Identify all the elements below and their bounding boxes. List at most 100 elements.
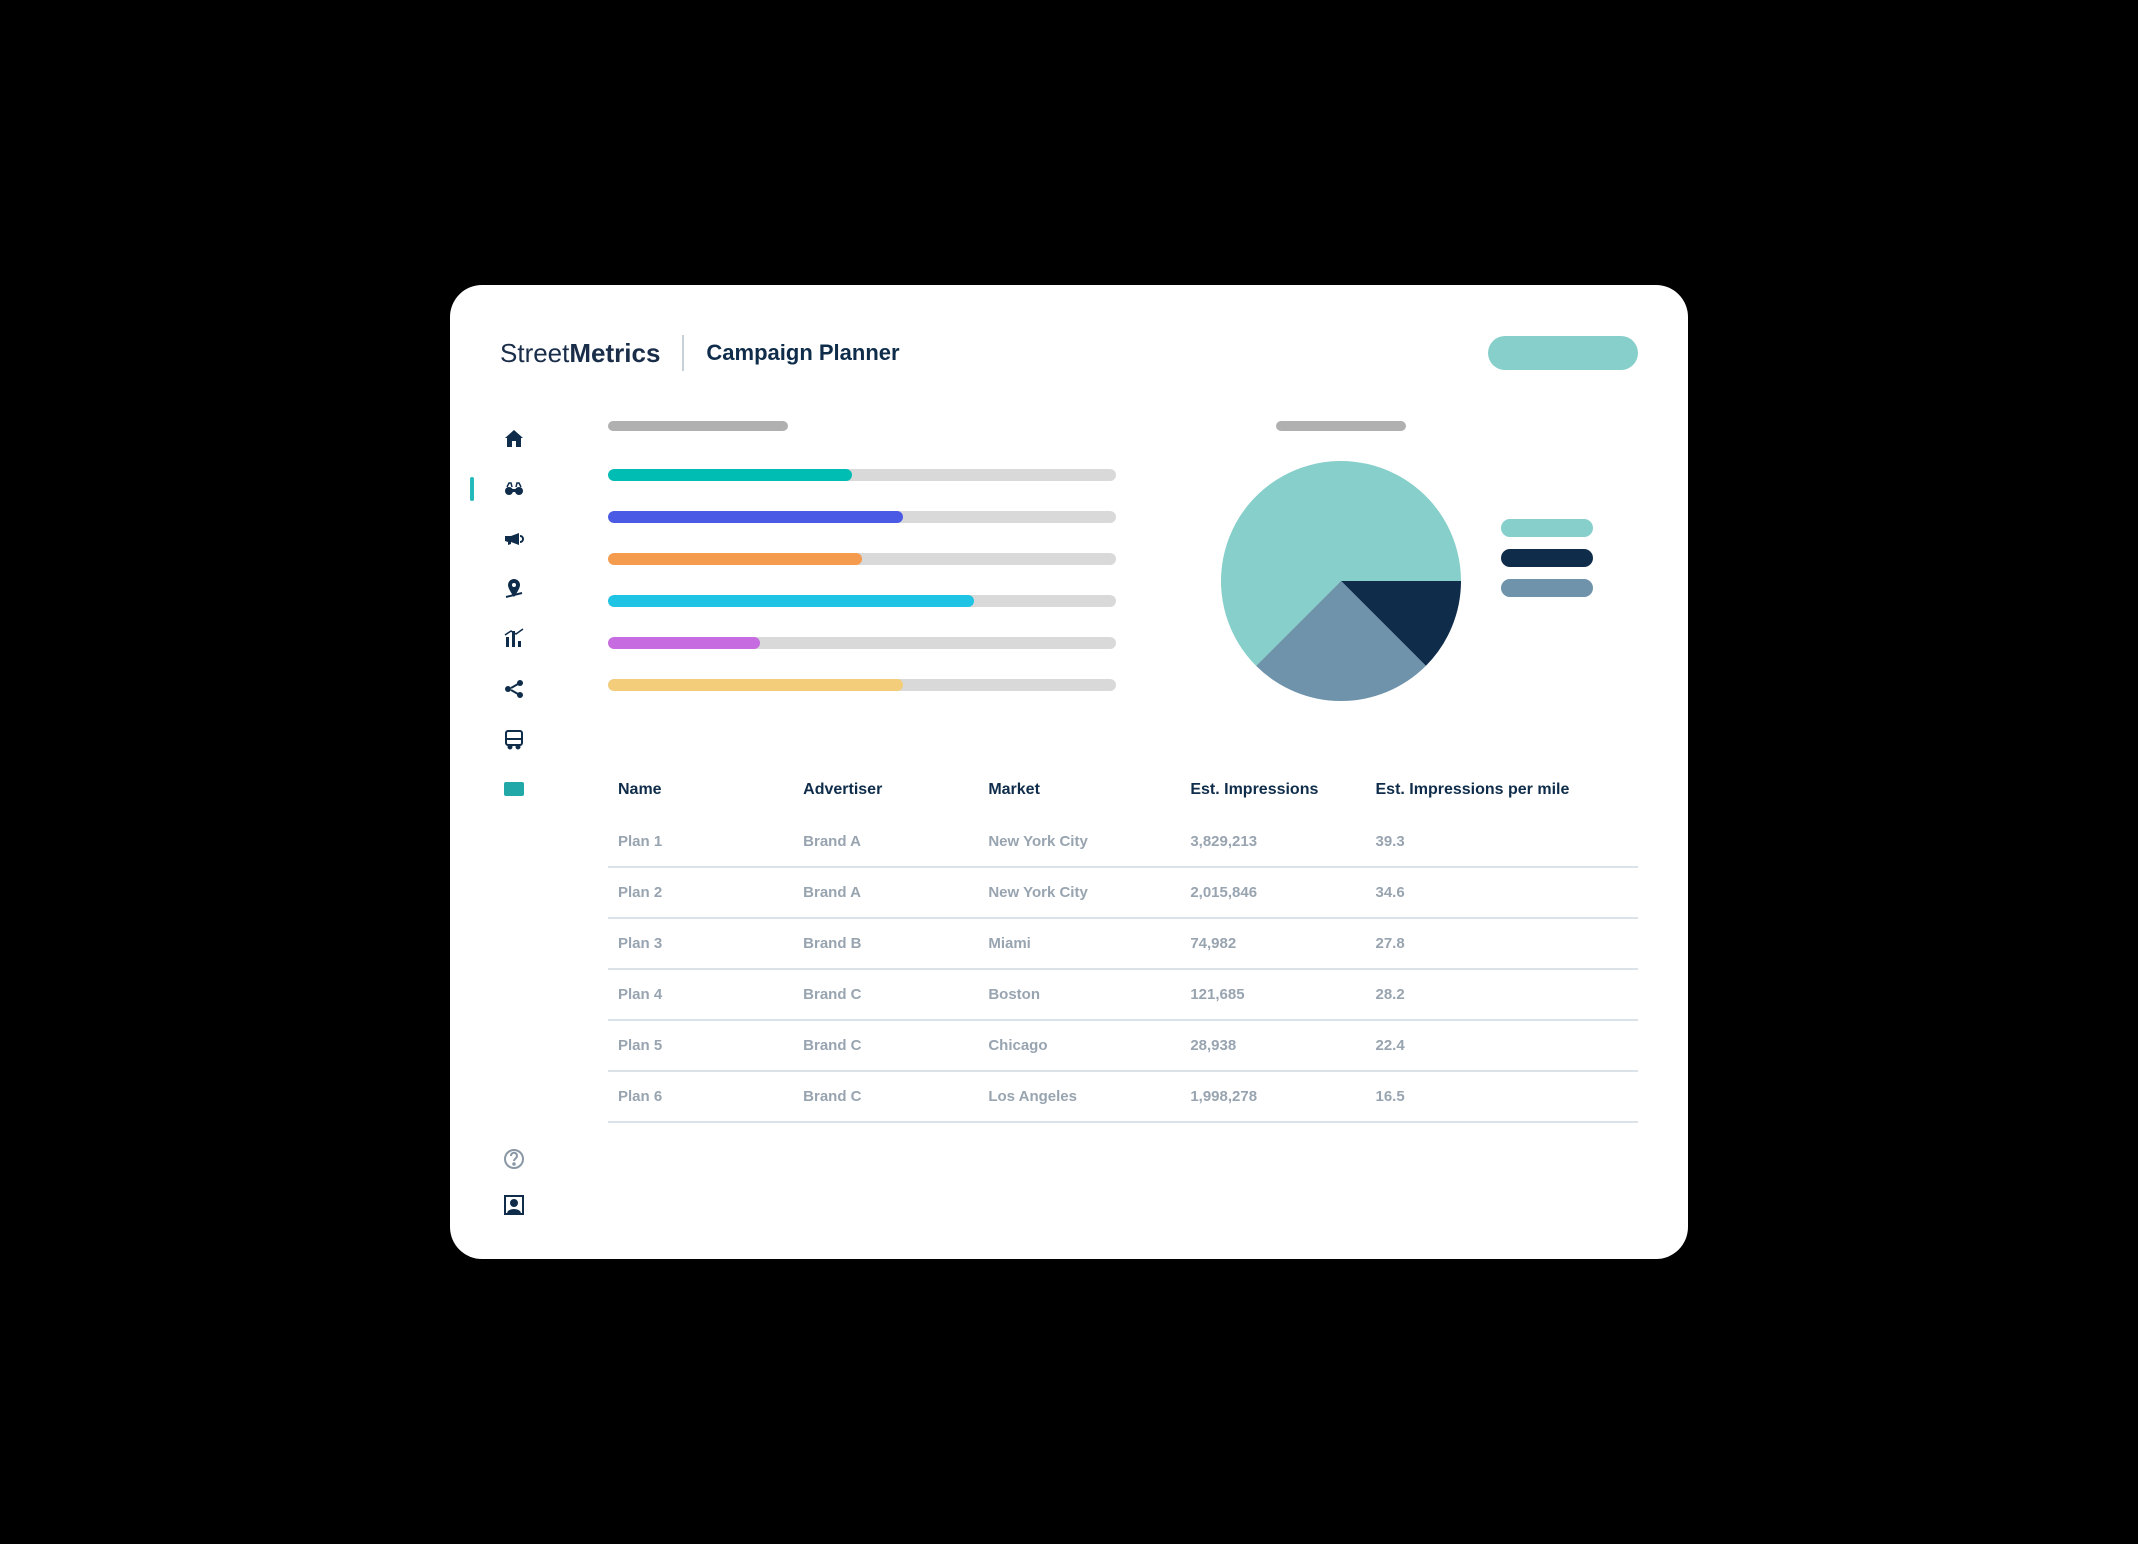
table-body: Plan 1Brand ANew York City3,829,21339.3P… — [608, 817, 1638, 1123]
table-cell: Plan 4 — [618, 986, 803, 1003]
table-row[interactable]: Plan 4Brand CBoston121,68528.2 — [608, 970, 1638, 1021]
table-cell: 22.4 — [1376, 1037, 1629, 1054]
bars-panel — [608, 421, 1116, 721]
app-window: StreetMetrics Campaign Planner — [450, 285, 1688, 1259]
table-cell: Brand A — [803, 884, 988, 901]
table-cell: Plan 2 — [618, 884, 803, 901]
pie-title-placeholder — [1276, 421, 1406, 431]
table-cell: New York City — [988, 833, 1190, 850]
page-title: Campaign Planner — [706, 340, 899, 366]
table-cell: 1,998,278 — [1190, 1088, 1375, 1105]
th-impressions: Est. Impressions — [1190, 781, 1375, 799]
bar-fill — [608, 511, 903, 523]
nav-planner[interactable] — [500, 475, 528, 503]
bar-row — [608, 595, 1116, 607]
th-per-mile: Est. Impressions per mile — [1376, 781, 1629, 799]
nav-campaigns[interactable] — [500, 525, 528, 553]
table-cell: 74,982 — [1190, 935, 1375, 952]
user-icon — [502, 1193, 526, 1217]
table-cell: 34.6 — [1376, 884, 1629, 901]
divider — [682, 335, 684, 371]
legend-pill — [1501, 549, 1593, 567]
table-row[interactable]: Plan 1Brand ANew York City3,829,21339.3 — [608, 817, 1638, 868]
table-cell: Brand C — [803, 1037, 988, 1054]
bar-row — [608, 637, 1116, 649]
bar-fill — [608, 595, 974, 607]
th-name: Name — [618, 781, 803, 799]
ad-icon: AD — [502, 777, 526, 801]
bar-fill — [608, 553, 862, 565]
bus-icon — [502, 727, 526, 751]
table-row[interactable]: Plan 3Brand BMiami74,98227.8 — [608, 919, 1638, 970]
svg-text:AD: AD — [508, 785, 520, 794]
pie-column — [1221, 421, 1461, 701]
table-cell: Brand C — [803, 986, 988, 1003]
table-row[interactable]: Plan 2Brand ANew York City2,015,84634.6 — [608, 868, 1638, 919]
nav-locations[interactable] — [500, 575, 528, 603]
bar-row — [608, 553, 1116, 565]
bars-container — [608, 469, 1116, 691]
map-pin-icon — [502, 577, 526, 601]
logo-bold: Metrics — [569, 338, 660, 368]
home-icon — [502, 427, 526, 451]
nav-home[interactable] — [500, 425, 528, 453]
legend-pill — [1501, 579, 1593, 597]
body: AD — [500, 421, 1638, 1219]
table-cell: 3,829,213 — [1190, 833, 1375, 850]
main-content: Name Advertiser Market Est. Impressions … — [608, 421, 1638, 1219]
nav-transit[interactable] — [500, 725, 528, 753]
pie-legend — [1501, 519, 1593, 597]
bar-fill — [608, 679, 903, 691]
header-action-button[interactable] — [1488, 336, 1638, 370]
nav-share[interactable] — [500, 675, 528, 703]
table-cell: Los Angeles — [988, 1088, 1190, 1105]
table-header: Name Advertiser Market Est. Impressions … — [608, 781, 1638, 817]
table-cell: 28,938 — [1190, 1037, 1375, 1054]
table-cell: Brand A — [803, 833, 988, 850]
table-cell: Chicago — [988, 1037, 1190, 1054]
bar-row — [608, 469, 1116, 481]
table-cell: Boston — [988, 986, 1190, 1003]
th-advertiser: Advertiser — [803, 781, 988, 799]
bar-fill — [608, 469, 852, 481]
table-cell: Brand C — [803, 1088, 988, 1105]
table-row[interactable]: Plan 6Brand CLos Angeles1,998,27816.5 — [608, 1072, 1638, 1123]
bar-row — [608, 679, 1116, 691]
help-icon — [502, 1147, 526, 1171]
table-cell: Miami — [988, 935, 1190, 952]
binoculars-icon — [502, 477, 526, 501]
pie-chart — [1221, 461, 1461, 701]
table-cell: 2,015,846 — [1190, 884, 1375, 901]
table-cell: 27.8 — [1376, 935, 1629, 952]
nav-analytics[interactable] — [500, 625, 528, 653]
logo-prefix: Street — [500, 338, 569, 368]
pie-panel — [1176, 421, 1638, 721]
nav-profile[interactable] — [500, 1191, 528, 1219]
table-row[interactable]: Plan 5Brand CChicago28,93822.4 — [608, 1021, 1638, 1072]
bar-fill — [608, 637, 760, 649]
legend-pill — [1501, 519, 1593, 537]
th-market: Market — [988, 781, 1190, 799]
table-cell: New York City — [988, 884, 1190, 901]
table-cell: Brand B — [803, 935, 988, 952]
table-cell: Plan 1 — [618, 833, 803, 850]
table-cell: 121,685 — [1190, 986, 1375, 1003]
table-cell: 39.3 — [1376, 833, 1629, 850]
header: StreetMetrics Campaign Planner — [500, 335, 1638, 371]
sidebar-bottom — [500, 825, 528, 1219]
nav-help[interactable] — [500, 1145, 528, 1173]
table-cell: Plan 5 — [618, 1037, 803, 1054]
charts-row — [608, 421, 1638, 721]
table-cell: 28.2 — [1376, 986, 1629, 1003]
table-cell: 16.5 — [1376, 1088, 1629, 1105]
bars-title-placeholder — [608, 421, 788, 431]
logo: StreetMetrics — [500, 338, 660, 369]
header-left: StreetMetrics Campaign Planner — [500, 335, 900, 371]
sidebar: AD — [500, 421, 528, 1219]
table-cell: Plan 6 — [618, 1088, 803, 1105]
chart-icon — [502, 627, 526, 651]
megaphone-icon — [502, 527, 526, 551]
nav-ads[interactable]: AD — [500, 775, 528, 803]
share-icon — [502, 677, 526, 701]
plans-table: Name Advertiser Market Est. Impressions … — [608, 781, 1638, 1123]
